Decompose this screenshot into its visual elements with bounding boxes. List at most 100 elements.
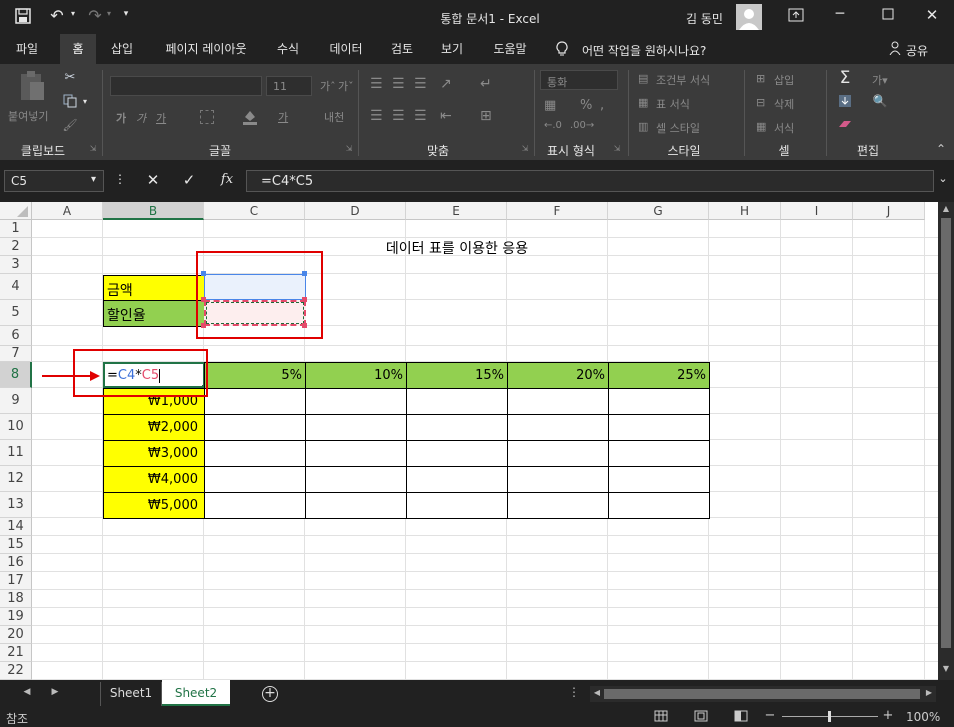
insert-function-icon[interactable]: fx	[216, 172, 238, 187]
row-header-18[interactable]: 18	[0, 590, 32, 608]
zoom-in-icon[interactable]: +	[882, 708, 894, 723]
tab-help[interactable]: 도움말	[482, 34, 538, 64]
next-sheet-icon[interactable]: ▶	[50, 687, 60, 697]
phonetic-icon[interactable]: 내천	[324, 109, 344, 125]
table-result-cell[interactable]	[608, 414, 710, 441]
column-header-h[interactable]: H	[709, 202, 781, 220]
page-break-view-icon[interactable]	[734, 710, 748, 725]
row-header-16[interactable]: 16	[0, 554, 32, 572]
table-result-cell[interactable]	[406, 466, 508, 493]
cell-row8-rate[interactable]: 5%	[204, 362, 306, 389]
align-left-icon[interactable]: ☰	[370, 108, 383, 124]
orientation-icon[interactable]: ↗	[440, 76, 452, 92]
cell-b4-amount-label[interactable]: 금액	[103, 275, 205, 301]
table-result-cell[interactable]	[406, 414, 508, 441]
paste-button[interactable]: 붙여넣기	[8, 70, 54, 132]
copy-dropdown-icon[interactable]: ▾	[80, 97, 90, 106]
sheet-tab-sheet2[interactable]: Sheet2	[162, 680, 230, 706]
find-select-icon[interactable]: 🔍	[872, 94, 888, 108]
align-middle-icon[interactable]: ☰	[392, 76, 405, 92]
prev-sheet-icon[interactable]: ◀	[22, 687, 32, 697]
scroll-right-icon[interactable]: ▶	[924, 688, 934, 697]
cell-b5-discount-label[interactable]: 할인율	[103, 300, 205, 327]
confirm-entry-icon[interactable]: ✓	[180, 171, 198, 189]
add-sheet-button[interactable]: +	[262, 686, 278, 702]
sort-filter-icon[interactable]: 가▾	[872, 72, 888, 88]
row-header-11[interactable]: 11	[0, 440, 32, 466]
zoom-slider-thumb[interactable]	[828, 711, 831, 722]
table-result-cell[interactable]	[608, 466, 710, 493]
column-header-g[interactable]: G	[608, 202, 709, 220]
sheet-tab-sheet1[interactable]: Sheet1	[100, 682, 162, 706]
zoom-level[interactable]: 100%	[906, 710, 940, 724]
table-result-cell[interactable]	[507, 440, 609, 467]
cell-style-button[interactable]: ▥ 셀 스타일	[638, 120, 738, 136]
decrease-decimal-icon[interactable]: .00→	[570, 120, 594, 131]
vertical-scroll-thumb[interactable]	[941, 218, 951, 648]
zoom-slider[interactable]	[782, 711, 878, 722]
format-cells-button[interactable]: ▦ 서식	[756, 120, 826, 136]
more-options-icon[interactable]: ⋮	[114, 172, 126, 186]
scroll-left-icon[interactable]: ◀	[592, 688, 602, 697]
column-header-i[interactable]: I	[781, 202, 853, 220]
alignment-launcher-icon[interactable]: ⇲	[520, 144, 530, 153]
normal-view-icon[interactable]	[654, 710, 668, 725]
scroll-down-icon[interactable]: ▼	[940, 664, 952, 673]
table-result-cell[interactable]	[507, 414, 609, 441]
percent-icon[interactable]: %	[580, 98, 592, 113]
sheet-title[interactable]: 데이터 표를 이용한 응용	[357, 238, 557, 258]
row-header-1[interactable]: 1	[0, 220, 32, 238]
avatar[interactable]	[736, 4, 762, 30]
row-header-19[interactable]: 19	[0, 608, 32, 626]
border-icon[interactable]	[200, 110, 214, 124]
table-result-cell[interactable]	[204, 466, 306, 493]
row-header-14[interactable]: 14	[0, 518, 32, 536]
row-header-3[interactable]: 3	[0, 256, 32, 274]
table-result-cell[interactable]	[507, 466, 609, 493]
cell-row8-rate[interactable]: 20%	[507, 362, 609, 389]
fill-color-icon[interactable]	[242, 108, 258, 126]
row-header-2[interactable]: 2	[0, 238, 32, 256]
font-launcher-icon[interactable]: ⇲	[344, 144, 354, 153]
table-result-cell[interactable]	[608, 440, 710, 467]
row-header-8[interactable]: 8	[0, 362, 32, 388]
table-result-cell[interactable]	[507, 492, 609, 519]
column-header-b[interactable]: B	[103, 202, 204, 220]
redo-icon[interactable]: ↷	[84, 6, 106, 25]
tab-data[interactable]: 데이터	[318, 34, 374, 64]
comma-icon[interactable]: ,	[600, 98, 604, 113]
close-icon[interactable]: ✕	[922, 6, 942, 24]
row-header-13[interactable]: 13	[0, 492, 32, 518]
tab-insert[interactable]: 삽입	[100, 34, 144, 64]
table-result-cell[interactable]	[507, 388, 609, 415]
font-size-box[interactable]: 11	[266, 76, 312, 96]
cell-row8-rate[interactable]: 10%	[305, 362, 407, 389]
save-icon[interactable]	[14, 8, 32, 26]
horizontal-scroll-thumb[interactable]	[604, 689, 920, 699]
decrease-font-icon[interactable]: 가ˇ	[338, 78, 354, 94]
tell-me-search[interactable]: 어떤 작업을 원하시나요?	[582, 42, 706, 59]
table-format-button[interactable]: ▦ 표 서식	[638, 96, 738, 112]
table-result-cell[interactable]	[305, 388, 407, 415]
expand-formula-icon[interactable]: ⌄	[936, 172, 950, 185]
table-result-cell[interactable]	[305, 466, 407, 493]
cancel-entry-icon[interactable]: ✕	[144, 171, 162, 189]
copy-icon[interactable]	[62, 94, 78, 111]
italic-icon[interactable]: 가	[136, 110, 146, 126]
underline-icon[interactable]: 가	[156, 110, 166, 126]
cell-amount[interactable]: ₩2,000	[103, 414, 205, 441]
worksheet[interactable]: ABCDEFGHIJ 1 2 3 4 5 6 7 8 9 10 11 12 13 14 15 16 17 18 19…	[0, 202, 938, 680]
horizontal-scrollbar[interactable]: ◀ ▶	[590, 686, 936, 702]
select-all-corner[interactable]	[0, 202, 32, 220]
autosum-icon[interactable]: Σ	[836, 68, 854, 88]
column-header-e[interactable]: E	[406, 202, 507, 220]
customize-toolbar-icon[interactable]: ▾	[120, 9, 132, 19]
cell-amount[interactable]: ₩3,000	[103, 440, 205, 467]
wrap-text-icon[interactable]: ↵	[480, 76, 492, 92]
row-header-6[interactable]: 6	[0, 326, 32, 346]
column-header-j[interactable]: J	[853, 202, 925, 220]
table-result-cell[interactable]	[305, 440, 407, 467]
align-right-icon[interactable]: ☰	[414, 108, 427, 124]
cut-icon[interactable]: ✂	[62, 70, 78, 85]
cell-amount[interactable]: ₩5,000	[103, 492, 205, 519]
